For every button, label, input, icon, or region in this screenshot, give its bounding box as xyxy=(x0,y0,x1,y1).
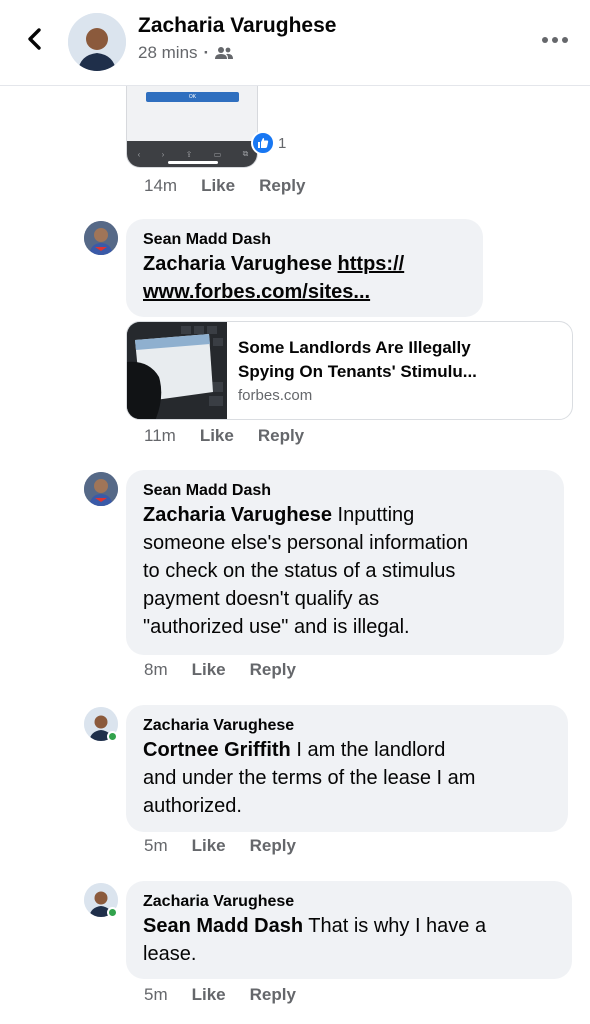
reaction-summary[interactable]: 1 xyxy=(251,131,286,155)
mention-link[interactable]: Cortnee Griffith xyxy=(143,739,291,761)
comment-text: and under the terms of the lease I am xyxy=(143,767,476,789)
like-button[interactable]: Like xyxy=(200,426,234,446)
online-status-icon xyxy=(107,907,118,918)
poster-name[interactable]: Zacharia Varughese xyxy=(138,14,336,38)
reaction-count: 1 xyxy=(278,134,287,152)
comment-text: to check on the status of a stimulus xyxy=(143,560,456,582)
comment-bubble: Sean Madd Dash Zacharia Varughese Inputt… xyxy=(126,470,564,655)
comment-text: lease. xyxy=(143,943,197,965)
comment-text: I am the landlord xyxy=(290,739,446,761)
comment-author[interactable]: Sean Madd Dash xyxy=(143,230,467,250)
comment-time[interactable]: 5m xyxy=(144,836,168,856)
comment-actions: 5m Like Reply xyxy=(144,836,296,856)
comment-author[interactable]: Sean Madd Dash xyxy=(143,481,548,501)
comment-text: That is why I have a xyxy=(303,915,487,937)
url-link-continued[interactable]: www.forbes.com/sites... xyxy=(143,281,370,303)
reply-button[interactable]: Reply xyxy=(258,426,304,446)
comment-actions: 8m Like Reply xyxy=(144,660,296,680)
like-button[interactable]: Like xyxy=(201,176,235,196)
comment-author[interactable]: Zacharia Varughese xyxy=(143,716,552,736)
comment-time[interactable]: 5m xyxy=(144,985,168,1005)
comment-time[interactable]: 8m xyxy=(144,660,168,680)
link-domain: forbes.com xyxy=(238,387,313,404)
comment-actions: 5m Like Reply xyxy=(144,985,296,1005)
commenter-avatar[interactable] xyxy=(84,472,118,506)
attached-screenshot[interactable]: OK ‹ › ⇪ ▭ ⧉ xyxy=(126,86,258,168)
back-arrow-icon[interactable] xyxy=(22,24,48,54)
like-button[interactable]: Like xyxy=(192,660,226,680)
comment-text: payment doesn't qualify as xyxy=(143,588,380,610)
reply-button[interactable]: Reply xyxy=(250,836,296,856)
post-header: Zacharia Varughese 28 mins · xyxy=(0,0,590,86)
link-preview-card[interactable]: Some Landlords Are Illegally Spying On Te… xyxy=(126,321,573,420)
comment-time[interactable]: 14m xyxy=(144,176,177,196)
reply-button[interactable]: Reply xyxy=(250,985,296,1005)
comment-author[interactable]: Zacharia Varughese xyxy=(143,892,556,912)
screenshot-ok-button: OK xyxy=(146,92,239,102)
more-options-icon[interactable] xyxy=(542,30,568,50)
comment-text: someone else's personal information xyxy=(143,532,469,554)
mention-link[interactable]: Zacharia Varughese xyxy=(143,504,332,526)
commenter-avatar[interactable] xyxy=(84,221,118,255)
post-meta: 28 mins · xyxy=(138,43,234,63)
link-preview-image xyxy=(127,322,227,419)
comment-bubble: Zacharia Varughese Sean Madd Dash That i… xyxy=(126,881,572,979)
friends-audience-icon xyxy=(215,47,234,59)
like-button[interactable]: Like xyxy=(192,836,226,856)
comment-text: authorized. xyxy=(143,795,242,817)
comment-time[interactable]: 11m xyxy=(144,426,176,446)
screenshot-home-indicator xyxy=(168,161,218,164)
like-reaction-icon xyxy=(251,131,275,155)
mention-link[interactable]: Zacharia Varughese xyxy=(143,253,332,275)
comment-actions: 11m Like Reply xyxy=(144,426,304,446)
meta-separator: · xyxy=(203,43,210,62)
post-time: 28 mins xyxy=(138,43,198,62)
comment-bubble: Sean Madd Dash Zacharia Varughese https:… xyxy=(126,219,483,317)
reply-button[interactable]: Reply xyxy=(259,176,305,196)
mention-link[interactable]: Sean Madd Dash xyxy=(143,915,303,937)
online-status-icon xyxy=(107,731,118,742)
comment-text: Inputting xyxy=(331,504,415,526)
comment-text: "authorized use" and is illegal. xyxy=(143,616,410,638)
comment-bubble: Zacharia Varughese Cortnee Griffith I am… xyxy=(126,705,568,832)
link-title: Some Landlords Are Illegally Spying On Te… xyxy=(238,338,477,381)
poster-avatar[interactable] xyxy=(68,13,126,71)
url-link[interactable]: https:// xyxy=(338,253,405,275)
comment-actions: 14m Like Reply xyxy=(144,176,305,196)
reply-button[interactable]: Reply xyxy=(250,660,296,680)
like-button[interactable]: Like xyxy=(192,985,226,1005)
